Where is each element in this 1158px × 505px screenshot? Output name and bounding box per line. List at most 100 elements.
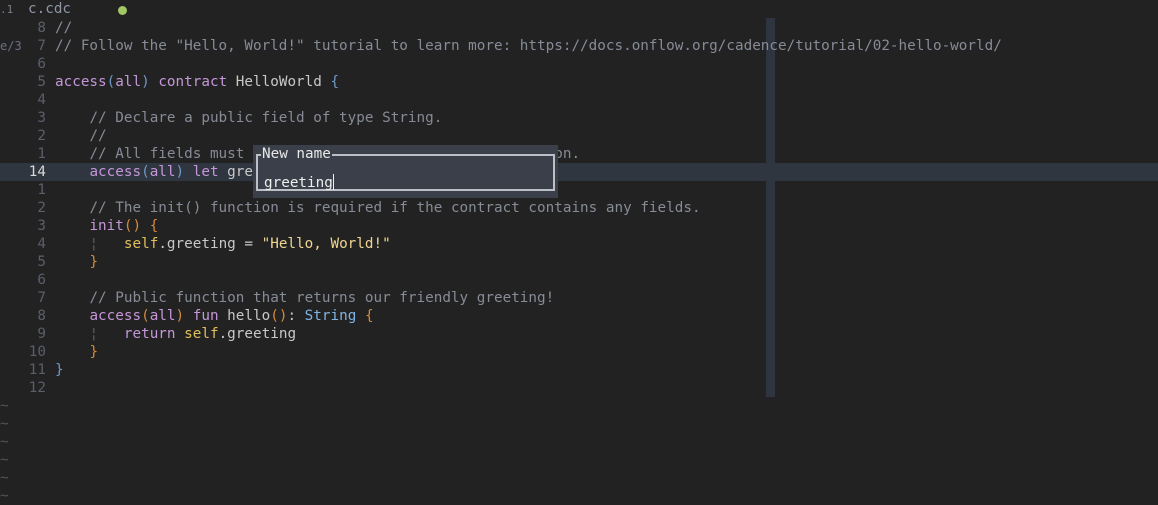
tilde-marker: ~ — [0, 488, 9, 504]
code-token: access — [89, 308, 142, 324]
code-token: self — [123, 236, 159, 252]
tabline: .1 c.cdc — [0, 0, 1158, 18]
current-code-line[interactable]: 14 access(all) let greeting: String — [0, 163, 1158, 181]
code-line[interactable]: 1 — [0, 181, 1158, 199]
code-text: } — [55, 343, 98, 361]
tilde-marker: ~ — [0, 434, 9, 450]
code-token: ( — [106, 74, 116, 90]
tilde-marker: ~ — [0, 452, 9, 468]
code-token: { — [364, 308, 374, 324]
code-token: return — [123, 326, 176, 342]
line-number: 12 — [28, 380, 46, 396]
code-token: ¦ — [89, 236, 99, 252]
code-text: // The init() function is required if th… — [55, 199, 700, 217]
line-number: 5 — [37, 254, 46, 270]
code-line[interactable]: 2 // — [0, 127, 1158, 145]
tilde-marker: ~ — [0, 398, 9, 414]
code-token: all — [115, 74, 142, 90]
code-line[interactable]: 8 // — [0, 19, 1158, 37]
code-line[interactable]: 5 } — [0, 253, 1158, 271]
code-token: } — [89, 344, 99, 360]
tab-index-label: .1 — [0, 3, 14, 16]
code-token: ) — [175, 164, 185, 180]
code-line[interactable]: 6 — [0, 55, 1158, 73]
line-number: 6 — [37, 56, 46, 72]
code-token: .greeting = — [158, 236, 262, 252]
line-number: 8 — [37, 20, 46, 36]
code-line[interactable]: 3 init() { — [0, 217, 1158, 235]
line-number: 3 — [37, 110, 46, 126]
tilde-marker: ~ — [0, 470, 9, 486]
code-token: all — [149, 308, 176, 324]
code-token: let — [192, 164, 219, 180]
code-token: { — [330, 74, 340, 90]
code-line[interactable]: 1 // All fields must be initialized in t… — [0, 145, 1158, 163]
code-token: init — [89, 218, 124, 234]
line-number: 3 — [37, 218, 46, 234]
line-number: 4 — [37, 92, 46, 108]
line-number: 9 — [37, 326, 46, 342]
code-line[interactable]: 12 — [0, 379, 1158, 397]
code-line[interactable]: 11} — [0, 361, 1158, 379]
code-line[interactable]: 10 } — [0, 343, 1158, 361]
code-text: // — [55, 19, 72, 37]
tab-filename[interactable]: c.cdc — [28, 1, 71, 17]
code-line[interactable]: 4 — [0, 91, 1158, 109]
code-token: } — [89, 254, 99, 270]
code-line[interactable]: 8 access(all) fun hello(): String { — [0, 307, 1158, 325]
code-token: access — [89, 164, 142, 180]
code-line[interactable]: 7 // Public function that returns our fr… — [0, 289, 1158, 307]
line-number: 11 — [28, 362, 46, 378]
line-number: 8 — [37, 308, 46, 324]
code-line[interactable]: 2 // The init() function is required if … — [0, 199, 1158, 217]
code-token: HelloWorld — [227, 74, 331, 90]
rename-input-value: greeting — [264, 175, 333, 191]
code-token: : — [287, 308, 305, 324]
code-line[interactable]: 7 // Follow the "Hello, World!" tutorial … — [0, 37, 1158, 55]
code-line[interactable]: 4 ¦ self.greeting = "Hello, World!" — [0, 235, 1158, 253]
code-token: // Follow the "Hello, World!" tutorial t… — [55, 38, 1002, 54]
rename-input[interactable]: greeting — [264, 174, 544, 192]
code-token: all — [149, 164, 176, 180]
line-number: 4 — [37, 236, 46, 252]
line-number: 7 — [37, 290, 46, 306]
code-line[interactable]: 6 — [0, 271, 1158, 289]
code-line[interactable]: 3 // Declare a public field of type Stri… — [0, 109, 1158, 127]
code-text: // Follow the "Hello, World!" tutorial t… — [55, 37, 1002, 55]
code-token: // Declare a public field of type String… — [89, 110, 443, 126]
code-text: } — [55, 361, 64, 379]
rename-popup-title: New name — [261, 145, 332, 163]
code-text: access(all) fun hello(): String { — [55, 307, 374, 325]
code-text: // Public function that returns our frie… — [55, 289, 554, 307]
code-token: // Public function that returns our frie… — [89, 290, 555, 306]
line-number: 2 — [37, 200, 46, 216]
code-token: access — [55, 74, 107, 90]
code-token: } — [55, 362, 64, 378]
code-token: { — [149, 218, 159, 234]
code-token: ) — [175, 308, 185, 324]
line-number: 1 — [37, 182, 46, 198]
code-token: ( — [141, 308, 150, 324]
code-line[interactable]: 9 ¦ return self.greeting — [0, 325, 1158, 343]
code-token: String — [304, 308, 357, 324]
code-token: self — [184, 326, 219, 342]
code-text: ¦ return self.greeting — [55, 325, 296, 343]
code-line[interactable]: 5 access(all) contract HelloWorld { — [0, 73, 1158, 91]
rename-popup: greeting New name — [253, 145, 558, 198]
code-text: access(all) contract HelloWorld { — [55, 73, 339, 91]
tilde-marker: ~ — [0, 416, 9, 432]
